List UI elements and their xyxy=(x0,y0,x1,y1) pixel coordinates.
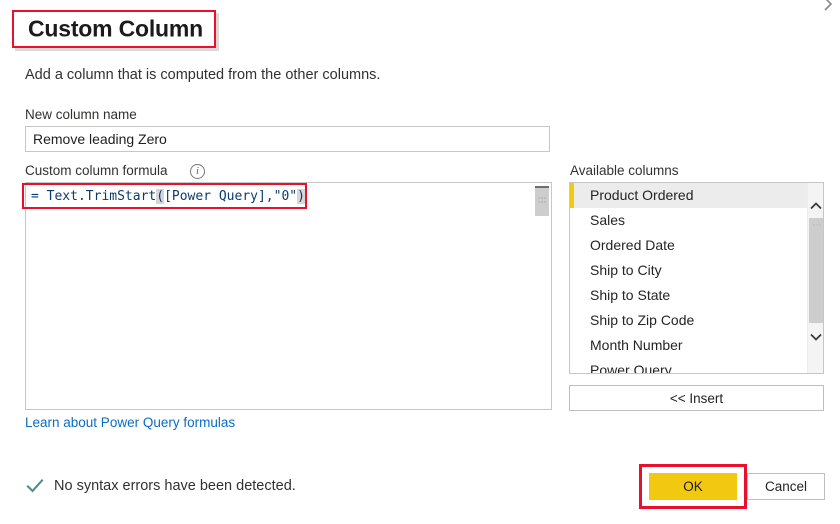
formula-close-paren: ) xyxy=(297,189,305,204)
available-columns-panel: Product Ordered Sales Ordered Date Ship to … xyxy=(569,182,824,374)
column-list-item[interactable]: Month Number xyxy=(570,333,807,358)
scrollbar-grip xyxy=(813,224,821,227)
formula-text: = Text.TrimStart([Power Query],"0") xyxy=(31,188,305,206)
column-list-item[interactable]: Ship to State xyxy=(570,283,807,308)
available-columns-list[interactable]: Product Ordered Sales Ordered Date Ship to … xyxy=(570,183,807,373)
chevron-up-icon[interactable] xyxy=(808,197,823,215)
checkmark-icon xyxy=(25,476,45,496)
formula-prefix: = Text.TrimStart xyxy=(31,189,157,204)
available-columns-label: Available columns xyxy=(570,163,679,178)
column-list-item[interactable]: Product Ordered xyxy=(570,183,807,208)
ok-button[interactable]: OK xyxy=(649,473,737,500)
title-annotation-box: Custom Column xyxy=(12,10,216,48)
learn-about-power-query-formulas-link[interactable]: Learn about Power Query formulas xyxy=(25,415,235,430)
formula-scrollbar[interactable] xyxy=(535,184,550,408)
column-list-item[interactable]: Ship to Zip Code xyxy=(570,308,807,333)
formula-open-paren: ( xyxy=(156,189,165,204)
available-columns-scrollbar[interactable] xyxy=(807,183,823,373)
new-column-name-label: New column name xyxy=(25,107,137,122)
info-icon[interactable]: i xyxy=(190,164,205,179)
custom-column-formula-label: Custom column formula xyxy=(25,163,168,178)
syntax-status-text: No syntax errors have been detected. xyxy=(54,478,296,494)
formula-body: [Power Query],"0" xyxy=(164,189,298,204)
chevron-down-icon[interactable] xyxy=(808,328,823,346)
custom-column-dialog: Custom Column Add a column that is compu… xyxy=(0,0,840,524)
formula-scrollbar-grip xyxy=(538,197,546,204)
column-list-item[interactable]: Sales xyxy=(570,208,807,233)
cancel-button[interactable]: Cancel xyxy=(747,473,825,500)
syntax-status: No syntax errors have been detected. xyxy=(25,476,296,496)
new-column-name-input[interactable] xyxy=(25,126,550,152)
column-list-item[interactable]: Power Query xyxy=(570,358,807,373)
chevron-right-icon[interactable] xyxy=(821,0,835,16)
column-list-item[interactable]: Ship to City xyxy=(570,258,807,283)
available-columns-scrollbar-thumb[interactable] xyxy=(809,218,823,323)
column-list-item[interactable]: Ordered Date xyxy=(570,233,807,258)
page-title-annotation: Custom Column xyxy=(12,10,219,51)
insert-button[interactable]: << Insert xyxy=(569,385,824,411)
dialog-description: Add a column that is computed from the o… xyxy=(25,67,381,83)
formula-editor[interactable]: = Text.TrimStart([Power Query],"0") xyxy=(25,182,552,410)
formula-scrollbar-thumb[interactable] xyxy=(535,186,549,216)
page-title: Custom Column xyxy=(28,15,203,42)
